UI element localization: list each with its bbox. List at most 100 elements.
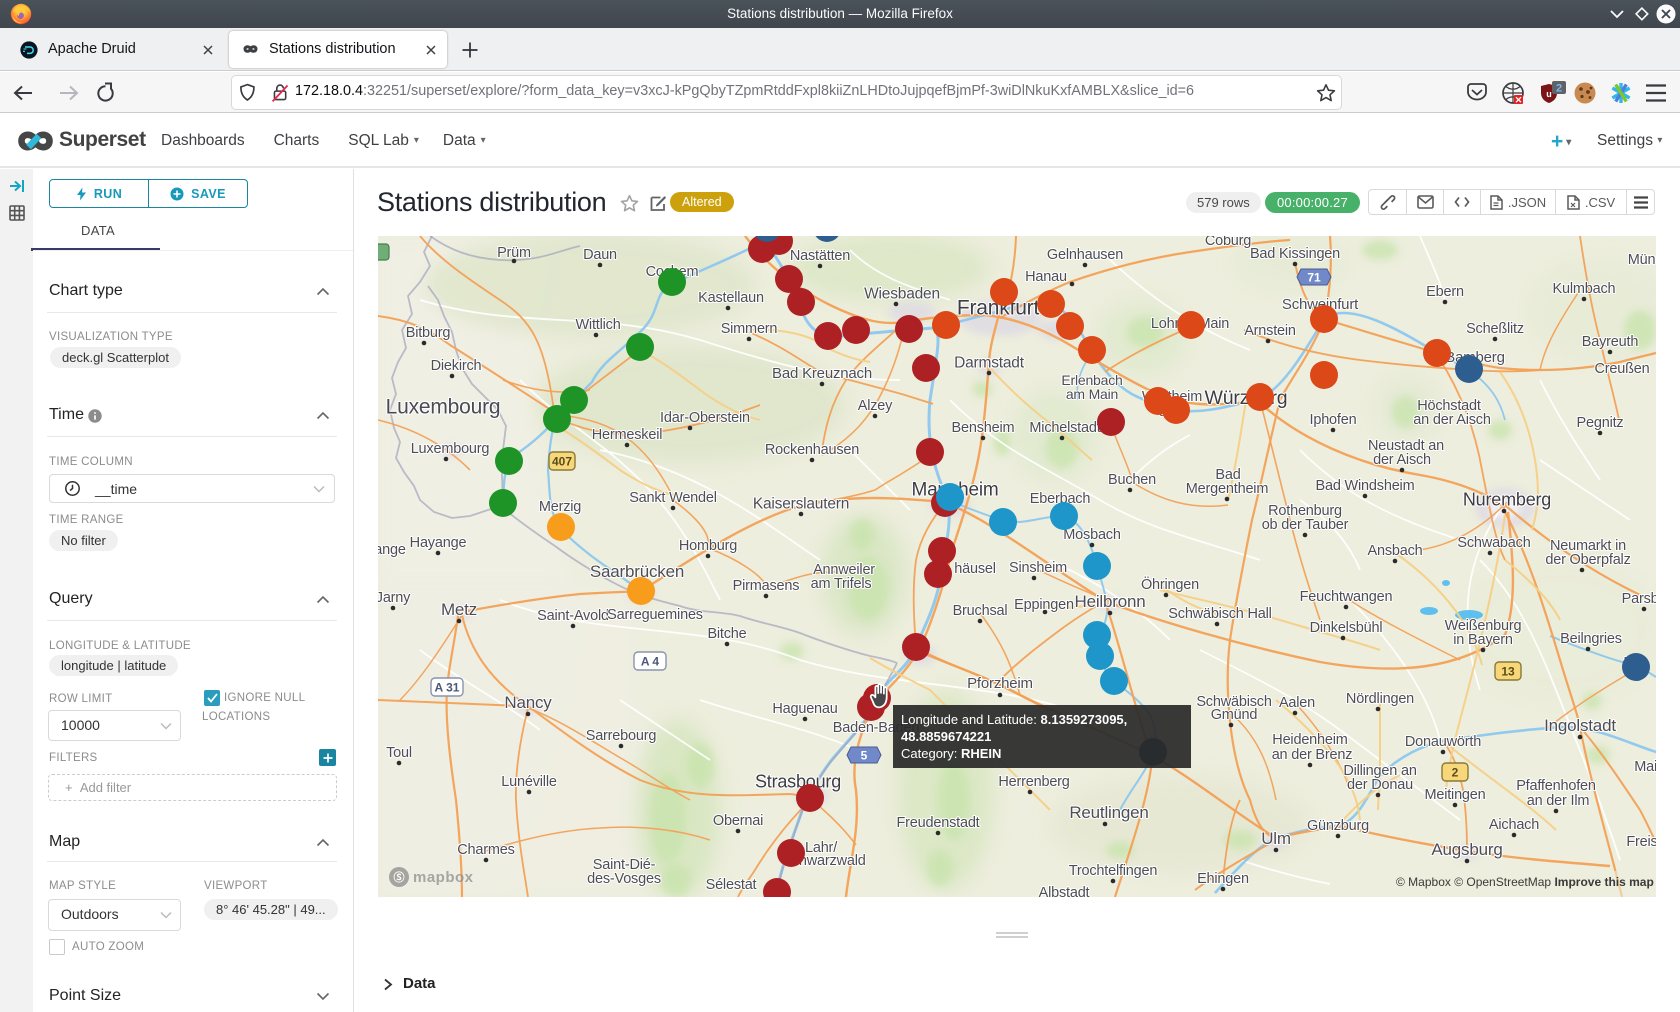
- svg-text:Nancy: Nancy: [504, 693, 552, 712]
- svg-text:ange: ange: [378, 542, 406, 558]
- svg-text:Sinsheim: Sinsheim: [1009, 560, 1067, 576]
- svg-text:Haguenau: Haguenau: [772, 701, 837, 717]
- svg-text:Feuchtwangen: Feuchtwangen: [1300, 589, 1393, 605]
- svg-text:ob der Tauber: ob der Tauber: [1262, 517, 1349, 533]
- svg-text:Aichach: Aichach: [1489, 817, 1539, 833]
- svg-text:Bad Kreuznach: Bad Kreuznach: [772, 365, 872, 382]
- svg-text:A 4: A 4: [641, 655, 660, 669]
- svg-text:Mergentheim: Mergentheim: [1186, 481, 1269, 497]
- svg-text:Ehingen: Ehingen: [1197, 871, 1249, 887]
- svg-text:der Oberpfalz: der Oberpfalz: [1545, 552, 1630, 568]
- svg-text:der Aisch: der Aisch: [1373, 452, 1431, 468]
- svg-text:an der Ilm: an der Ilm: [1527, 793, 1590, 809]
- svg-text:der Donau: der Donau: [1347, 777, 1413, 793]
- svg-text:Bad Windsheim: Bad Windsheim: [1316, 478, 1415, 494]
- svg-text:Iphofen: Iphofen: [1310, 412, 1357, 428]
- svg-text:Kastellaun: Kastellaun: [698, 290, 764, 306]
- svg-text:mapbox: mapbox: [413, 869, 474, 886]
- svg-text:Günzburg: Günzburg: [1307, 818, 1369, 834]
- svg-text:Homburg: Homburg: [679, 538, 737, 554]
- svg-text:Münch: Münch: [1628, 252, 1656, 268]
- svg-text:Category: RHEIN: Category: RHEIN: [901, 746, 1001, 761]
- svg-text:Aalen: Aalen: [1279, 695, 1315, 711]
- svg-text:48.8859674221: 48.8859674221: [901, 729, 991, 744]
- svg-text:Hermeskeil: Hermeskeil: [592, 427, 663, 443]
- svg-text:Nördlingen: Nördlingen: [1346, 691, 1414, 707]
- svg-text:Mosbach: Mosbach: [1063, 527, 1121, 543]
- svg-text:Bayreuth: Bayreuth: [1582, 334, 1639, 350]
- svg-text:Sarrebourg: Sarrebourg: [586, 728, 657, 744]
- svg-text:© Mapbox © OpenStreetMap Impro: © Mapbox © OpenStreetMap Improve this ma…: [1396, 875, 1654, 889]
- svg-text:Trochtelfingen: Trochtelfingen: [1069, 863, 1158, 879]
- svg-text:Metz: Metz: [441, 600, 477, 619]
- svg-text:Gelnhausen: Gelnhausen: [1047, 247, 1123, 263]
- svg-text:Bitburg: Bitburg: [406, 325, 451, 341]
- svg-text:Hanau: Hanau: [1025, 269, 1067, 285]
- svg-text:Luxembourg: Luxembourg: [386, 395, 501, 418]
- svg-text:Charmes: Charmes: [457, 842, 514, 858]
- svg-text:Sarreguemines: Sarreguemines: [607, 607, 703, 623]
- svg-text:Parsbe: Parsbe: [1622, 591, 1656, 607]
- svg-text:Creußen: Creußen: [1594, 361, 1649, 377]
- svg-text:Schwäbisch Hall: Schwäbisch Hall: [1168, 606, 1271, 622]
- svg-text:Ⓢ: Ⓢ: [394, 870, 405, 884]
- svg-text:Saint-Avold: Saint-Avold: [537, 608, 609, 624]
- svg-text:Ansbach: Ansbach: [1367, 543, 1422, 559]
- svg-text:Ulm: Ulm: [1261, 829, 1291, 848]
- svg-text:Schwabach: Schwabach: [1457, 535, 1530, 551]
- svg-text:Beilngries: Beilngries: [1560, 631, 1622, 647]
- svg-text:Jarny: Jarny: [378, 590, 411, 606]
- svg-text:Buchen: Buchen: [1108, 472, 1156, 488]
- svg-text:Augsburg: Augsburg: [1431, 840, 1502, 859]
- svg-text:Toul: Toul: [386, 745, 412, 761]
- svg-text:Nastätten: Nastätten: [790, 248, 850, 264]
- svg-text:u: u: [1546, 89, 1552, 99]
- svg-text:Kaiserslautern: Kaiserslautern: [753, 495, 849, 512]
- svg-text:Bruchsal: Bruchsal: [953, 603, 1008, 619]
- svg-text:Reutlingen: Reutlingen: [1069, 803, 1148, 822]
- svg-text:Simmern: Simmern: [721, 321, 778, 337]
- svg-text:Prüm: Prüm: [497, 245, 531, 261]
- svg-text:in Bayern: in Bayern: [1453, 632, 1513, 648]
- svg-text:Dinkelsbühl: Dinkelsbühl: [1310, 620, 1383, 636]
- svg-text:Öhringen: Öhringen: [1141, 575, 1199, 593]
- svg-text:Heidenheim: Heidenheim: [1272, 732, 1347, 748]
- svg-text:Gmünd: Gmünd: [1211, 707, 1258, 723]
- svg-text:Mair: Mair: [1634, 759, 1656, 775]
- svg-text:Pfaffenhofen: Pfaffenhofen: [1516, 778, 1596, 794]
- svg-text:Merzig: Merzig: [539, 499, 581, 515]
- svg-text:an der Brenz: an der Brenz: [1272, 747, 1353, 763]
- svg-text:Wittlich: Wittlich: [575, 317, 620, 333]
- svg-text:Hayange: Hayange: [410, 535, 467, 551]
- svg-text:Bensheim: Bensheim: [952, 420, 1015, 436]
- svg-text:407: 407: [552, 455, 572, 469]
- svg-text:Alzey: Alzey: [858, 398, 893, 414]
- svg-text:Heilbronn: Heilbronn: [1075, 592, 1146, 611]
- svg-text:Sankt Wendel: Sankt Wendel: [629, 490, 717, 506]
- svg-text:Albstadt: Albstadt: [1039, 885, 1090, 897]
- svg-text:Scheßlitz: Scheßlitz: [1466, 321, 1524, 337]
- svg-text:Bad Kissingen: Bad Kissingen: [1250, 246, 1340, 262]
- svg-text:Ingolstadt: Ingolstadt: [1544, 716, 1616, 735]
- svg-text:Ebern: Ebern: [1426, 284, 1464, 300]
- svg-text:Eppingen: Eppingen: [1014, 597, 1074, 613]
- svg-text:5: 5: [861, 749, 868, 763]
- svg-text:2: 2: [1452, 766, 1459, 780]
- svg-text:Longitude and Latitude: 8.1359: Longitude and Latitude: 8.1359273095,: [901, 712, 1127, 727]
- svg-text:71: 71: [1307, 271, 1321, 285]
- svg-text:Obernai: Obernai: [713, 813, 763, 829]
- svg-text:am Main: am Main: [1066, 386, 1118, 402]
- svg-text:Diekirch: Diekirch: [431, 358, 482, 374]
- svg-text:Lunéville: Lunéville: [501, 774, 557, 790]
- svg-text:Daun: Daun: [583, 247, 617, 263]
- svg-text:Herrenberg: Herrenberg: [998, 774, 1069, 790]
- svg-text:Pegnitz: Pegnitz: [1577, 415, 1624, 431]
- svg-text:Nuremberg: Nuremberg: [1463, 489, 1551, 509]
- svg-text:Rockenhausen: Rockenhausen: [765, 442, 859, 458]
- svg-text:Freudenstadt: Freudenstadt: [896, 815, 979, 831]
- svg-text:Meitingen: Meitingen: [1424, 787, 1485, 803]
- svg-text:Bitche: Bitche: [707, 626, 746, 642]
- svg-text:Coburg: Coburg: [1205, 236, 1251, 249]
- svg-text:13: 13: [1501, 665, 1515, 679]
- svg-text:A 31: A 31: [435, 681, 460, 695]
